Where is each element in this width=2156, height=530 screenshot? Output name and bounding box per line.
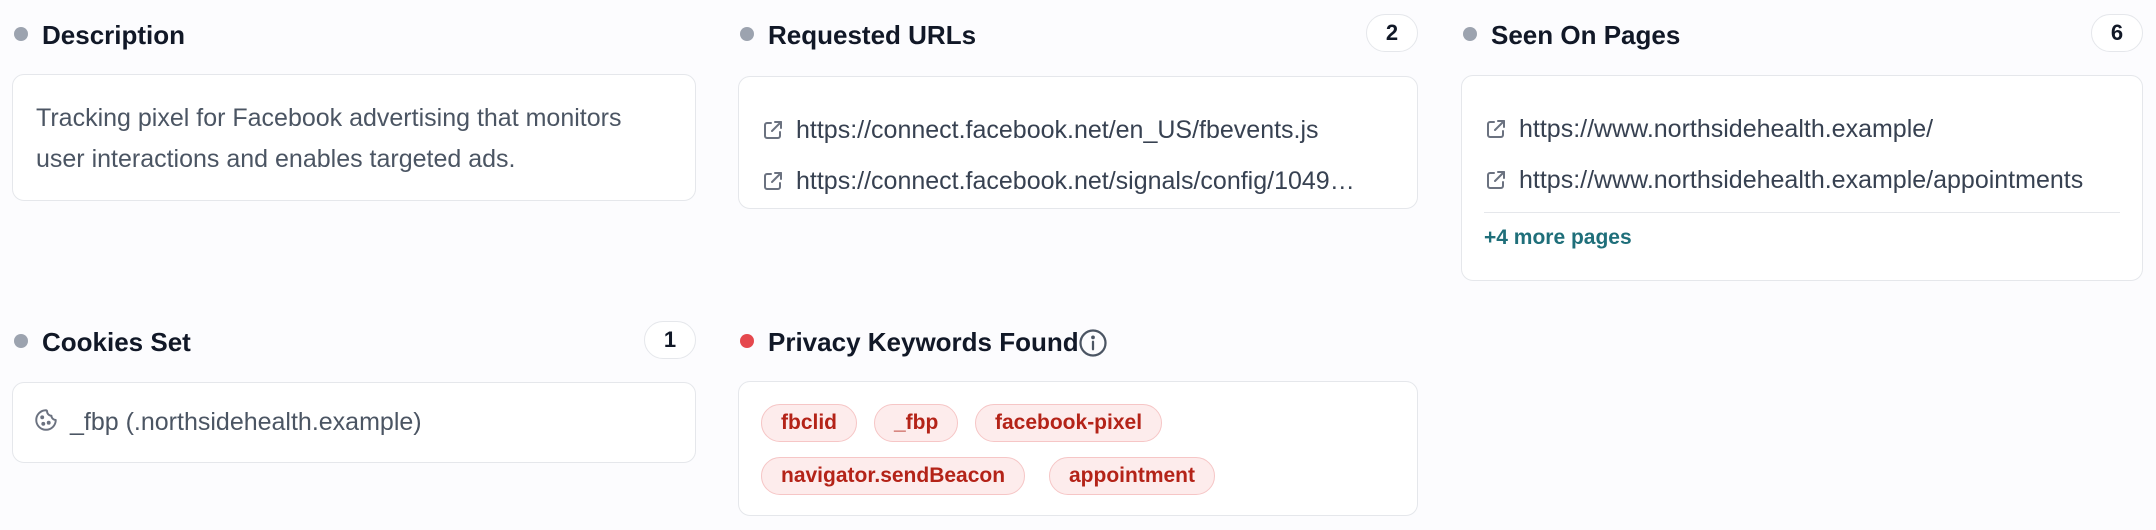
url-link[interactable]: https://connect.facebook.net/en_US/fbeve… <box>796 116 1399 145</box>
cookie-item: _fbp (.northsidehealth.example) <box>70 408 422 436</box>
keywords-card: fbclid _fbp facebook-pixel navigator.sen… <box>738 381 1418 516</box>
status-dot <box>1463 27 1477 41</box>
external-link-icon <box>764 172 782 190</box>
count-badge: 1 <box>644 321 696 359</box>
description-header: Description <box>12 13 696 57</box>
section-title: Requested URLs <box>768 20 977 50</box>
seen-on-pages-card: https://www.northsidehealth.example/ htt… <box>1461 75 2143 281</box>
privacy-keywords-header: Privacy Keywords Found <box>738 320 1418 364</box>
keyword-tag: navigator.sendBeacon <box>761 457 1026 495</box>
external-link-icon <box>1487 171 1505 189</box>
external-link-icon <box>764 121 782 139</box>
keyword-tag: _fbp <box>874 404 959 442</box>
alert-dot <box>740 334 754 348</box>
section-title: Privacy Keywords Found <box>768 327 1079 357</box>
keyword-tag: fbclid <box>761 404 857 442</box>
privacy-keywords-section: Privacy Keywords Found fbclid _fbp faceb… <box>738 320 1418 520</box>
description-section: Description Tracking pixel for Facebook … <box>12 13 696 203</box>
requested-urls-card: https://connect.facebook.net/en_US/fbeve… <box>738 76 1418 209</box>
url-row[interactable]: https://connect.facebook.net/signals/con… <box>739 163 1417 203</box>
count-badge: 2 <box>1366 14 1418 52</box>
keyword-tag: facebook-pixel <box>975 404 1163 442</box>
page-link[interactable]: https://www.northsidehealth.example/appo… <box>1519 166 2124 195</box>
description-text: Tracking pixel for Facebook advertising … <box>36 104 622 173</box>
seen-on-pages-header: Seen On Pages 6 <box>1461 13 2143 57</box>
url-row[interactable]: https://connect.facebook.net/en_US/fbeve… <box>739 112 1417 152</box>
external-link-icon <box>1487 120 1505 138</box>
divider <box>1484 212 2120 213</box>
section-title: Seen On Pages <box>1491 20 1681 50</box>
cookies-card: _fbp (.northsidehealth.example) <box>12 382 696 463</box>
requested-urls-section: Requested URLs 2 https://connect.faceboo… <box>738 13 1418 213</box>
keyword-tag: appointment <box>1049 457 1215 495</box>
status-dot <box>14 27 28 41</box>
count-badge: 6 <box>2091 14 2143 52</box>
requested-urls-header: Requested URLs 2 <box>738 13 1418 57</box>
seen-on-pages-section: Seen On Pages 6 https://www.northsidehea… <box>1461 13 2143 283</box>
cookies-set-section: Cookies Set 1 _fbp (.northsidehealth.exa… <box>12 320 696 465</box>
url-link[interactable]: https://connect.facebook.net/signals/con… <box>796 167 1399 196</box>
status-dot <box>740 27 754 41</box>
more-pages-link[interactable]: +4 more pages <box>1484 226 1632 250</box>
page-link[interactable]: https://www.northsidehealth.example/ <box>1519 115 2124 144</box>
info-icon[interactable] <box>1078 328 1108 358</box>
page-row[interactable]: https://www.northsidehealth.example/appo… <box>1462 162 2142 202</box>
section-title: Description <box>42 20 186 50</box>
section-title: Cookies Set <box>42 327 191 357</box>
cookies-set-header: Cookies Set 1 <box>12 320 696 364</box>
description-card: Tracking pixel for Facebook advertising … <box>12 74 696 201</box>
page-row[interactable]: https://www.northsidehealth.example/ <box>1462 111 2142 151</box>
status-dot <box>14 334 28 348</box>
cookie-icon <box>35 409 57 431</box>
